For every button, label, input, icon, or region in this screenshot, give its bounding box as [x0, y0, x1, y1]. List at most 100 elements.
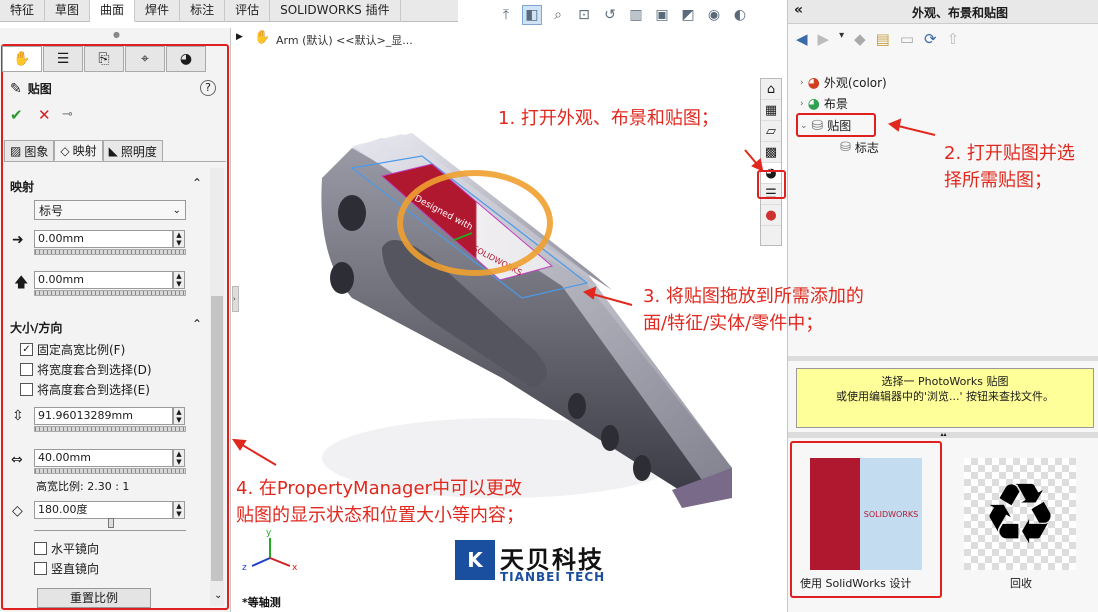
annotation-step-3: 3. 将贴图拖放到所需添加的 面/特征/实体/零件中； — [643, 286, 864, 334]
x-offset-spinner[interactable]: ▲ ▼ — [173, 230, 185, 248]
mapping-collapse-icon[interactable]: ⌃ — [192, 176, 202, 190]
rotation-slider-thumb[interactable] — [108, 518, 114, 528]
recycle-decal-label: 回收 — [1010, 577, 1032, 590]
x-offset-field[interactable]: 0.00mm — [34, 230, 173, 248]
triad-x-axis — [269, 557, 291, 567]
checkbox-checked-icon: ✓ — [20, 343, 33, 356]
property-manager-tab-icon[interactable]: ✋ — [2, 46, 42, 72]
forward-icon[interactable]: ▶ — [818, 30, 830, 48]
rotation-spinner[interactable]: ▲ ▼ — [173, 501, 185, 519]
solidworks-resources-icon[interactable]: ⌂ — [761, 79, 781, 100]
arrow-right-icon: ➜ — [12, 232, 24, 248]
help-button[interactable]: ? — [200, 80, 216, 96]
tab-image[interactable]: ▨ 图象 — [4, 140, 55, 161]
feature-manager-tab-icon[interactable]: ☰ — [43, 46, 83, 72]
tab-solidworks-addins[interactable]: SOLIDWORKS 插件 — [270, 0, 401, 22]
mirror-vertical-checkbox[interactable]: 竖直镜向 — [34, 560, 99, 577]
tab-evaluate[interactable]: 评估 — [225, 0, 271, 22]
width-field[interactable]: 40.00mm — [34, 449, 173, 467]
mapping-type-select[interactable]: 标号 ⌄ — [34, 200, 186, 220]
tree-item-scenes[interactable]: › ◕ 布景 — [800, 95, 848, 112]
decals-highlight — [796, 113, 876, 137]
tab-markup[interactable]: 标注 — [180, 0, 226, 22]
view-orientation-dropdown-icon[interactable]: ▣ — [652, 5, 672, 25]
height-ruler[interactable] — [34, 426, 186, 432]
up-icon[interactable]: ⇧ — [947, 30, 960, 48]
height-field[interactable]: 91.96013289mm — [34, 407, 173, 425]
solidworks-forum-icon[interactable]: ● — [761, 205, 781, 226]
section-view-icon[interactable]: ▥ — [626, 5, 646, 25]
pushpin-button[interactable]: ⊸ — [62, 107, 73, 122]
file-explorer-icon[interactable]: ▱ — [761, 121, 781, 142]
reset-scale-button[interactable]: 重置比例 — [37, 588, 151, 608]
hide-show-items-icon[interactable]: ◉ — [704, 5, 724, 25]
pane-splitter[interactable] — [788, 356, 1098, 361]
company-name-en: TIANBEI TECH — [500, 570, 606, 584]
tab-surfaces[interactable]: 曲面 — [90, 0, 136, 22]
cancel-button[interactable]: ✕ — [38, 106, 51, 124]
triad-z-label: z — [242, 563, 247, 573]
tab-illumination[interactable]: ◣ 照明度 — [102, 140, 163, 161]
view-orientation-icon[interactable]: ⤒ — [496, 5, 516, 25]
tab-mapping[interactable]: ◇ 映射 — [54, 140, 103, 161]
edit-appearance-icon[interactable]: ◐ — [730, 5, 750, 25]
fixed-aspect-checkbox[interactable]: ✓ 固定高宽比例(F) — [20, 341, 125, 358]
pm-subtabs: ▨ 图象 ◇ 映射 ◣ 照明度 — [4, 140, 226, 162]
logo-folder-icon: ⛁ — [840, 140, 851, 155]
scroll-down-icon[interactable]: ⌄ — [214, 590, 222, 601]
fit-width-checkbox[interactable]: 将宽度套合到选择(D) — [20, 361, 152, 378]
y-offset-field[interactable]: 0.00mm — [34, 271, 173, 289]
decal-thumb-left — [810, 458, 860, 570]
configuration-manager-tab-icon[interactable]: ⎘ — [84, 46, 124, 72]
view-palette-icon[interactable]: ▩ — [761, 142, 781, 163]
fit-height-checkbox[interactable]: 将高度套合到选择(E) — [20, 381, 150, 398]
tab-features[interactable]: 特征 — [0, 0, 46, 22]
add-to-library-icon[interactable]: ◆ — [854, 30, 866, 48]
panel-grip-icon[interactable]: ● — [113, 30, 120, 39]
tree-item-appearances[interactable]: › ◕ 外观(color) — [800, 74, 887, 91]
hole-2 — [330, 262, 354, 294]
dimxpert-tab-icon[interactable]: ⌖ — [125, 46, 165, 72]
dropdown-icon[interactable]: ▾ — [839, 30, 844, 48]
zoom-to-fit-icon[interactable]: ⌕ — [548, 5, 568, 25]
isometric-view-icon[interactable]: ◧ — [522, 5, 542, 25]
hole-5 — [633, 455, 651, 481]
solidworks-decal-thumbnail[interactable]: SOLIDWORKS — [810, 458, 922, 570]
annotation-step-2: 2. 打开贴图并选 择所需贴图； — [944, 143, 1075, 191]
zoom-to-area-icon[interactable]: ⊡ — [574, 5, 594, 25]
refresh-icon[interactable]: ⟳ — [924, 30, 937, 48]
tab-sketch[interactable]: 草图 — [45, 0, 91, 22]
previous-view-icon[interactable]: ↺ — [600, 5, 620, 25]
rotation-icon: ◇ — [12, 503, 23, 519]
design-library-icon[interactable]: ▦ — [761, 100, 781, 121]
ok-button[interactable]: ✔ — [10, 106, 23, 124]
task-pane-tabs: ⌂ ▦ ▱ ▩ ◕ ☰ ● — [760, 78, 782, 246]
size-collapse-icon[interactable]: ⌃ — [192, 317, 202, 331]
scene-icon: ◕ — [807, 95, 820, 112]
width-spinner[interactable]: ▲ ▼ — [173, 449, 185, 467]
rotation-field[interactable]: 180.00度 — [34, 501, 173, 519]
y-offset-spinner[interactable]: ▲ ▼ — [173, 271, 185, 289]
mirror-horizontal-checkbox[interactable]: 水平镜向 — [34, 540, 99, 557]
pm-scrollbar-thumb[interactable] — [211, 296, 223, 581]
task-icon-highlight — [757, 170, 786, 199]
triad-z-axis — [251, 557, 271, 567]
tab-weldments[interactable]: 焊件 — [135, 0, 181, 22]
new-folder-icon[interactable]: ▭ — [900, 30, 914, 48]
y-offset-ruler[interactable] — [34, 290, 186, 296]
width-ruler[interactable] — [34, 468, 186, 474]
heads-up-view-toolbar: ⤒ ◧ ⌕ ⊡ ↺ ▥ ▣ ◩ ◉ ◐ — [496, 2, 786, 28]
collapse-task-pane-button[interactable]: « — [794, 2, 803, 18]
height-spinner[interactable]: ▲ ▼ — [173, 407, 185, 425]
thumbnail-splitter[interactable]: ▴▴ — [788, 432, 1098, 438]
display-style-icon[interactable]: ◩ — [678, 5, 698, 25]
folder-icon[interactable]: ▤ — [876, 30, 890, 48]
tree-item-logos[interactable]: ⛁ 标志 — [840, 139, 879, 156]
manager-tabs: ✋ ☰ ⎘ ⌖ ◕ — [2, 46, 208, 72]
aspect-ratio-text: 高宽比例: 2.30 : 1 — [36, 480, 130, 493]
recycle-decal-thumbnail[interactable]: ♻ — [964, 458, 1076, 570]
back-icon[interactable]: ◀ — [796, 30, 808, 48]
x-offset-ruler[interactable] — [34, 249, 186, 255]
display-manager-tab-icon[interactable]: ◕ — [166, 46, 206, 72]
hole-3 — [568, 393, 586, 419]
